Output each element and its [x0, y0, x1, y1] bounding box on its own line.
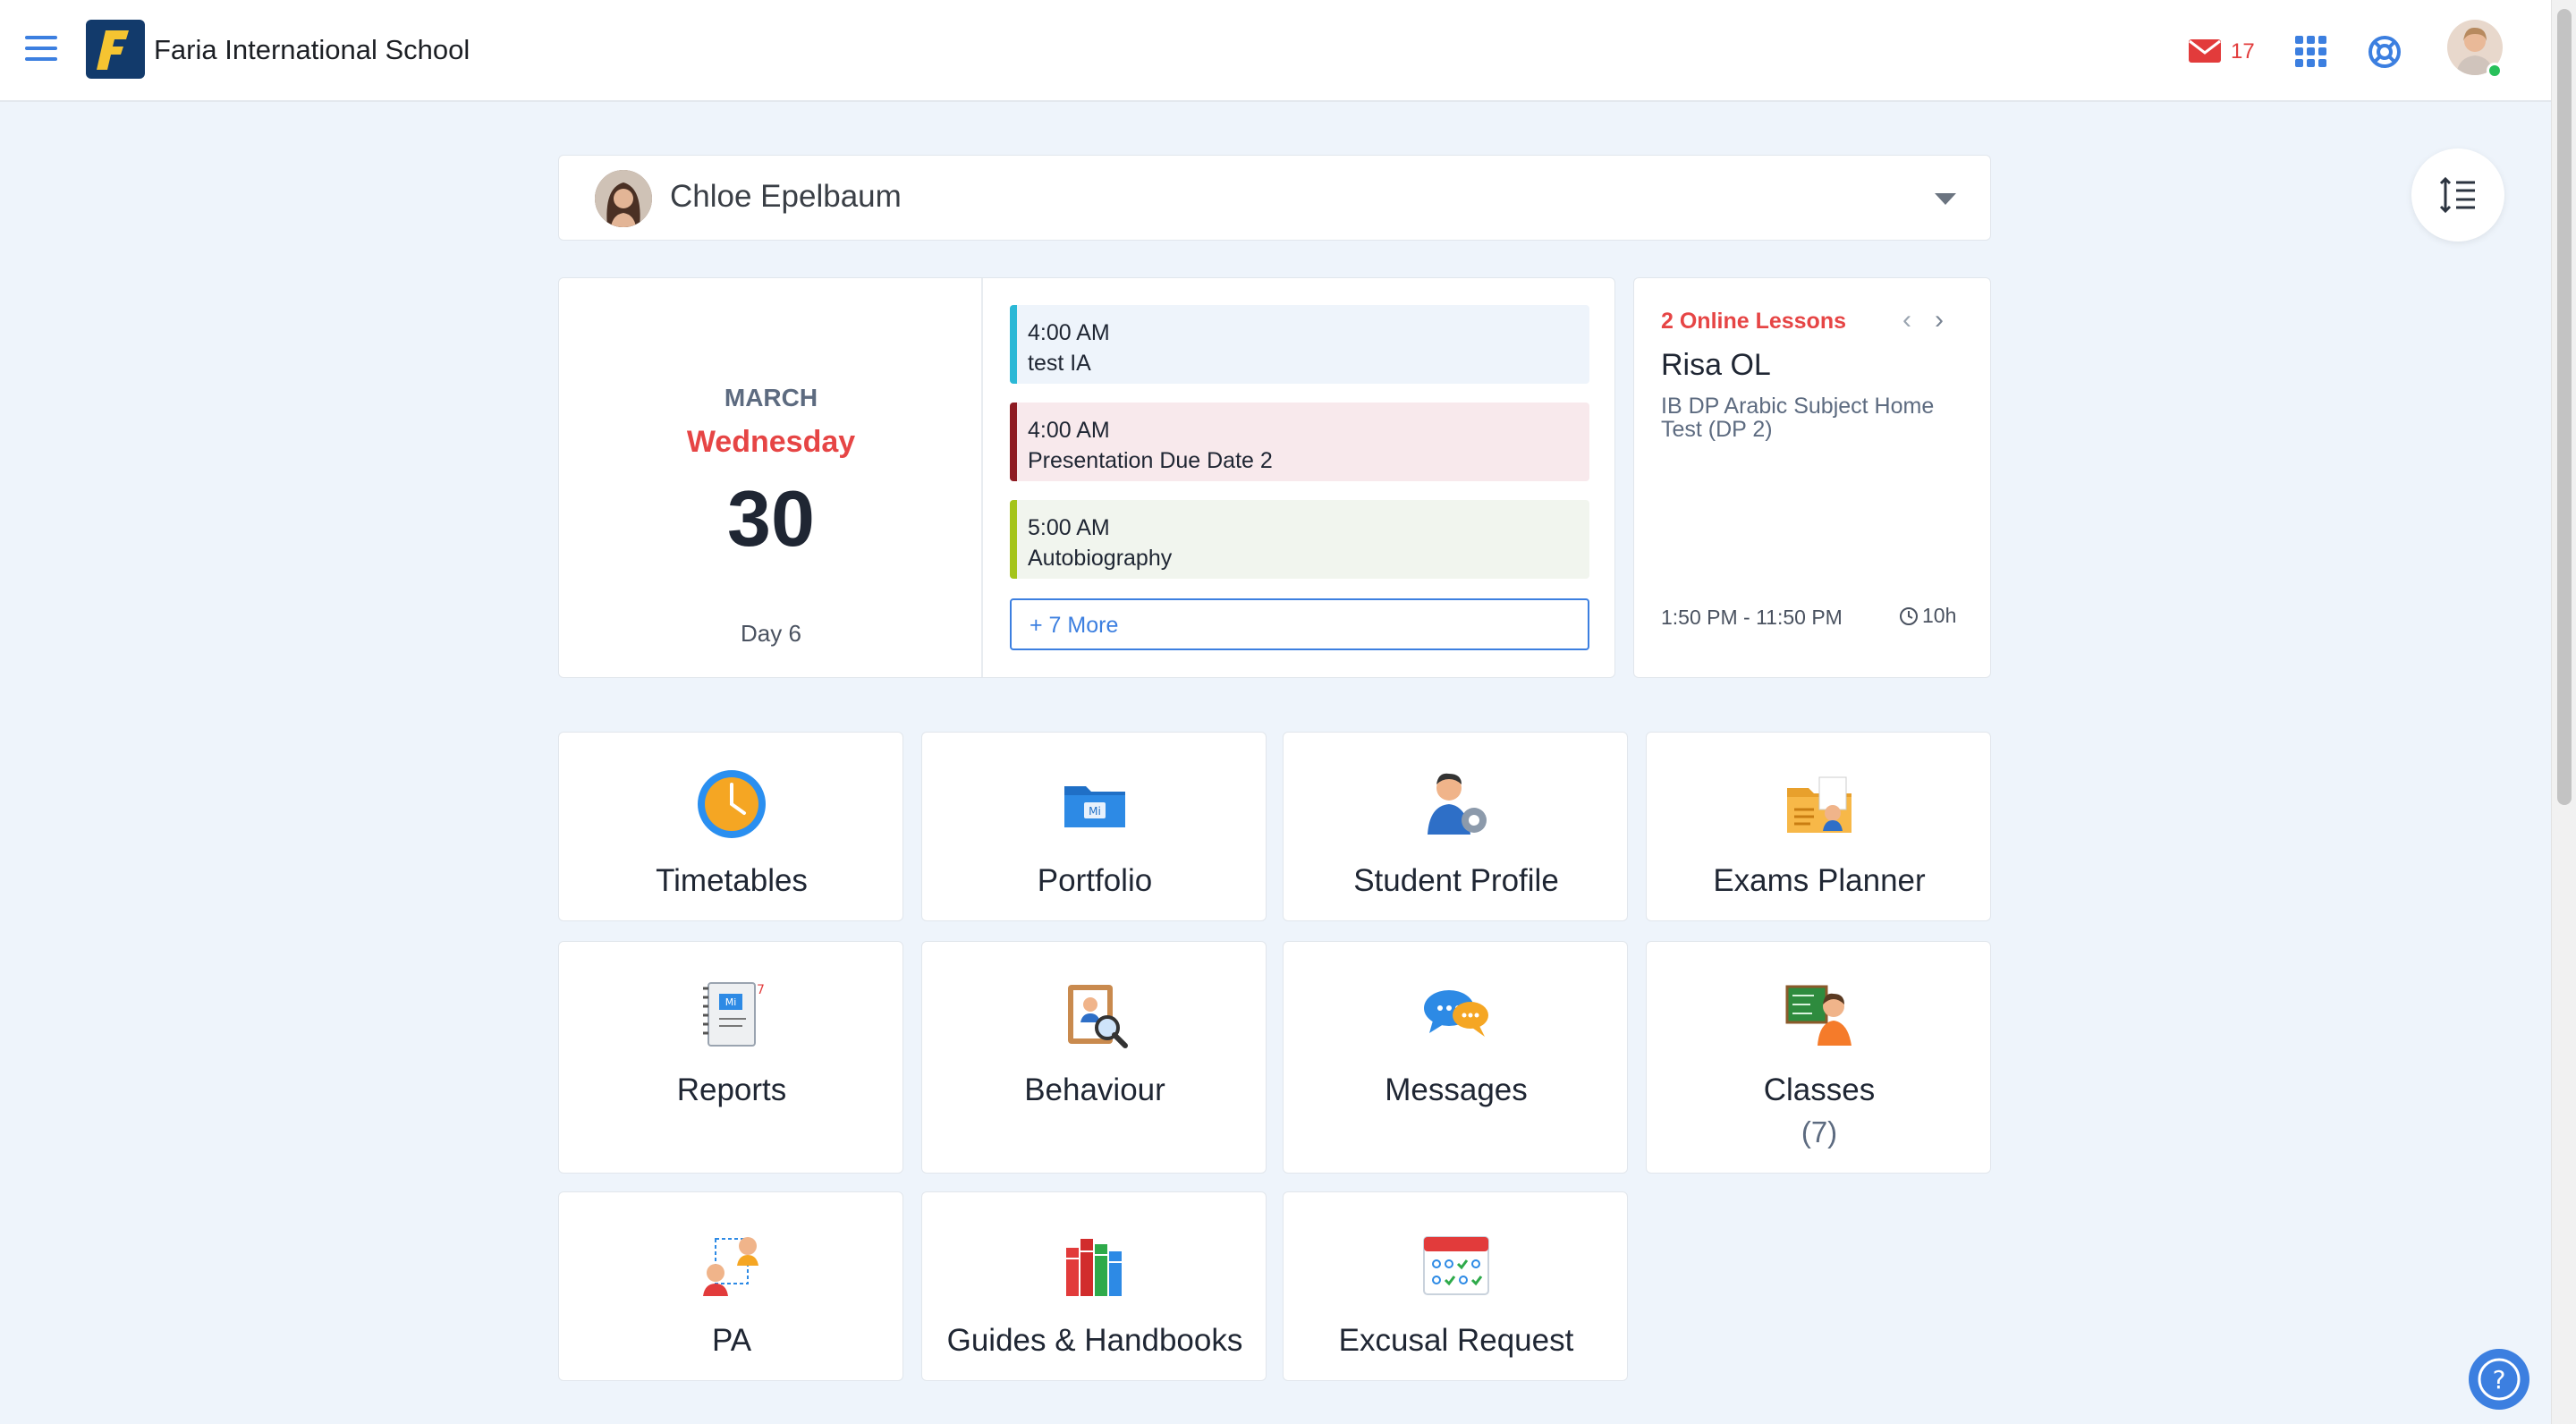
- tile-label: Student Profile: [1353, 863, 1559, 898]
- mail-count: 17: [2231, 39, 2255, 64]
- clock-icon: [696, 768, 767, 840]
- apps-grid-icon[interactable]: [2295, 36, 2327, 68]
- student-gear-icon: [1420, 768, 1492, 840]
- lesson-title: Risa OL: [1661, 348, 1771, 382]
- menu-icon[interactable]: [25, 36, 57, 63]
- event-time: 4:00 AM: [1028, 418, 1110, 443]
- tile-messages[interactable]: Messages: [1283, 941, 1628, 1174]
- tile-excusal-request[interactable]: Excusal Request: [1283, 1191, 1628, 1381]
- tile-guides-handbooks[interactable]: Guides & Handbooks: [921, 1191, 1267, 1381]
- lesson-duration: 10h: [1899, 604, 1956, 628]
- event-title: Presentation Due Date 2: [1028, 448, 1273, 473]
- calendar-event[interactable]: 4:00 AM test IA: [1010, 305, 1589, 384]
- classroom-board-icon: [1784, 978, 1855, 1049]
- tile-portfolio[interactable]: Mi Portfolio: [921, 732, 1267, 921]
- student-avatar: [595, 170, 652, 227]
- calendar-event[interactable]: 4:00 AM Presentation Due Date 2: [1010, 403, 1589, 481]
- tile-label: Timetables: [656, 863, 808, 898]
- tile-classes[interactable]: Classes (7): [1646, 941, 1991, 1174]
- question-mark-icon: ?: [2478, 1358, 2521, 1401]
- report-card-icon: Mi 7: [696, 978, 767, 1049]
- chevron-right-icon[interactable]: ›: [1935, 305, 1944, 335]
- lesson-duration-value: 10h: [1922, 604, 1957, 627]
- scrollbar-thumb[interactable]: [2557, 9, 2572, 805]
- books-icon: [1059, 1228, 1131, 1300]
- tile-label: Portfolio: [1037, 863, 1153, 898]
- more-events-button[interactable]: + 7 More: [1010, 598, 1589, 650]
- lesson-time-range: 1:50 PM - 11:50 PM: [1661, 606, 1843, 629]
- student-name: Chloe Epelbaum: [670, 179, 902, 214]
- school-logo[interactable]: [86, 20, 145, 79]
- lesson-subject: IB DP Arabic Subject Home Test (DP 2): [1661, 394, 1935, 442]
- tile-pa[interactable]: PA: [558, 1191, 903, 1381]
- calendar-card: MARCH Wednesday 30 Day 6 4:00 AM test IA…: [558, 277, 1615, 678]
- online-lessons-card[interactable]: 2 Online Lessons ‹ › Risa OL IB DP Arabi…: [1633, 277, 1991, 678]
- event-title: Autobiography: [1028, 546, 1173, 571]
- line-spacing-icon: [2439, 176, 2475, 214]
- student-selector[interactable]: Chloe Epelbaum: [558, 155, 1991, 241]
- chevron-down-icon[interactable]: [1935, 193, 1956, 205]
- svg-text:Mi: Mi: [725, 996, 737, 1008]
- svg-text:7: 7: [757, 983, 765, 997]
- calendar-event[interactable]: 5:00 AM Autobiography: [1010, 500, 1589, 579]
- top-bar: Faria International School 17: [0, 0, 2551, 102]
- tile-label: Messages: [1385, 1072, 1528, 1107]
- tile-reports[interactable]: Mi 7 Reports: [558, 941, 903, 1174]
- tile-label: Behaviour: [1024, 1072, 1165, 1107]
- event-time: 5:00 AM: [1028, 515, 1110, 540]
- tile-label: Classes: [1763, 1072, 1876, 1107]
- online-lessons-count: 2 Online Lessons: [1661, 309, 1847, 334]
- page-scrollbar[interactable]: [2551, 0, 2576, 1424]
- tile-label: PA: [711, 1323, 752, 1358]
- event-color-bar: [1010, 403, 1017, 481]
- school-name[interactable]: Faria International School: [154, 34, 470, 66]
- calendar-day-number: 30: [727, 474, 815, 563]
- support-lifebuoy-icon[interactable]: [2367, 34, 2402, 70]
- tile-student-profile[interactable]: Student Profile: [1283, 732, 1628, 921]
- svg-text:Mi: Mi: [1089, 805, 1101, 818]
- event-color-bar: [1010, 305, 1017, 384]
- tile-label: Guides & Handbooks: [946, 1323, 1243, 1358]
- tile-label: Exams Planner: [1713, 863, 1926, 898]
- calendar-month: MARCH: [724, 384, 818, 411]
- people-link-icon: [696, 1228, 767, 1300]
- attendance-calendar-icon: [1420, 1228, 1492, 1300]
- tile-exams-planner[interactable]: Exams Planner: [1646, 732, 1991, 921]
- clock-outline-icon: [1900, 607, 1918, 625]
- tile-timetables[interactable]: Timetables: [558, 732, 903, 921]
- chat-bubbles-icon: [1420, 978, 1492, 1049]
- exam-folder-icon: [1784, 768, 1855, 840]
- tile-behaviour[interactable]: Behaviour: [921, 941, 1267, 1174]
- chevron-left-icon[interactable]: ‹: [1902, 305, 1911, 335]
- reorder-list-button[interactable]: [2411, 148, 2504, 242]
- classes-count: (7): [1801, 1115, 1838, 1149]
- clipboard-magnifier-icon: [1059, 978, 1131, 1049]
- tile-label: Reports: [676, 1072, 787, 1107]
- svg-text:?: ?: [2493, 1365, 2506, 1394]
- event-title: test IA: [1028, 351, 1091, 376]
- cycle-day: Day 6: [741, 620, 801, 647]
- folder-icon: Mi: [1059, 768, 1131, 840]
- tile-label: Excusal Request: [1338, 1323, 1574, 1358]
- mail-button[interactable]: 17: [2188, 38, 2259, 68]
- event-time: 4:00 AM: [1028, 320, 1110, 345]
- online-status-indicator: [2487, 63, 2503, 79]
- date-panel: MARCH Wednesday 30 Day 6: [559, 278, 983, 677]
- event-color-bar: [1010, 500, 1017, 579]
- mail-icon: [2189, 39, 2221, 63]
- help-button[interactable]: ?: [2469, 1349, 2529, 1410]
- calendar-weekday: Wednesday: [686, 425, 856, 459]
